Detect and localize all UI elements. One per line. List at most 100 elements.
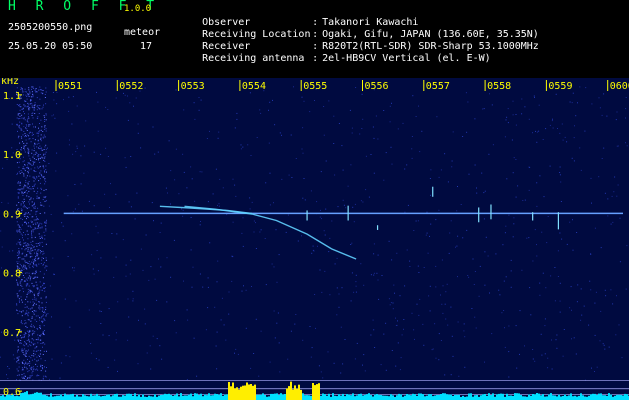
noise-speck [572, 249, 574, 251]
noise-speck [218, 203, 220, 205]
noise-speck [549, 165, 551, 167]
noise-speck [26, 340, 28, 341]
noise-speck [198, 97, 200, 98]
noise-speck [467, 275, 469, 276]
noise-speck [402, 122, 404, 124]
noise-speck [614, 176, 616, 178]
noise-speck [447, 181, 449, 183]
noise-speck [31, 149, 33, 151]
noise-speck [69, 356, 71, 358]
noise-speck [43, 115, 45, 117]
spectrum-bin [122, 395, 124, 400]
noise-speck [28, 365, 30, 367]
noise-speck [40, 170, 42, 172]
noise-speck [32, 265, 33, 267]
noise-speck [24, 354, 26, 356]
spectrum-bin [566, 396, 568, 400]
noise-speck [75, 151, 77, 153]
noise-speck [373, 329, 375, 331]
spectrum-bin [588, 395, 590, 400]
noise-speck [603, 93, 605, 95]
noise-speck [159, 232, 161, 233]
spectrum-bin [448, 394, 450, 400]
spectrum-bin [514, 393, 516, 400]
noise-speck [28, 265, 30, 267]
noise-speck [18, 339, 20, 341]
noise-speck [44, 234, 46, 236]
noise-speck [435, 265, 437, 267]
noise-speck [151, 202, 153, 204]
spectrum-bin [590, 394, 592, 400]
noise-speck [17, 360, 19, 361]
noise-speck [35, 363, 37, 365]
noise-speck [129, 273, 131, 275]
noise-speck [30, 325, 32, 327]
spectrum-bin [56, 395, 58, 400]
noise-speck [319, 216, 321, 218]
noise-speck [458, 375, 460, 377]
noise-speck [39, 281, 41, 283]
noise-speck [616, 111, 618, 113]
noise-speck [268, 142, 270, 144]
noise-speck [18, 126, 20, 128]
noise-speck [16, 303, 18, 305]
spectrum-bin [130, 393, 132, 400]
noise-speck [26, 134, 28, 136]
noise-speck [22, 108, 24, 110]
spectrum-bin [370, 394, 372, 400]
noise-speck [40, 140, 42, 142]
noise-speck [243, 285, 244, 287]
noise-speck [40, 134, 42, 136]
noise-speck [25, 212, 27, 214]
noise-speck [42, 318, 44, 320]
noise-speck [46, 219, 47, 221]
noise-speck [16, 357, 18, 359]
spectrum-bin [190, 393, 192, 400]
noise-speck [540, 333, 542, 335]
spectrum-bin [136, 396, 138, 400]
noise-speck [36, 321, 38, 322]
noise-speck [460, 204, 462, 205]
noise-speck [47, 313, 49, 315]
spectrum-bin [310, 395, 312, 400]
noise-speck [30, 253, 32, 255]
noise-speck [28, 104, 30, 106]
noise-speck [397, 128, 399, 130]
noise-speck [33, 355, 35, 357]
noise-speck [34, 319, 36, 321]
noise-speck [395, 365, 397, 367]
spectrum-bin [198, 395, 200, 400]
noise-speck [23, 353, 25, 355]
noise-speck [22, 288, 24, 290]
noise-speck [429, 310, 431, 312]
noise-speck [557, 276, 559, 277]
noise-speck [253, 231, 255, 233]
noise-speck [33, 161, 35, 163]
noise-speck [25, 135, 27, 137]
noise-speck [342, 169, 344, 171]
noise-speck [603, 344, 605, 346]
noise-speck [512, 114, 514, 116]
noise-speck [29, 213, 31, 215]
noise-speck [569, 221, 571, 223]
noise-speck [29, 185, 31, 187]
noise-speck [26, 245, 28, 247]
spectrum-bin [106, 394, 108, 400]
noise-speck [45, 130, 47, 132]
noise-speck [72, 211, 74, 213]
noise-speck [181, 208, 183, 210]
noise-speck [24, 320, 26, 321]
noise-speck [547, 357, 549, 359]
noise-speck [23, 142, 25, 144]
noise-speck [555, 93, 557, 95]
noise-speck [21, 137, 23, 139]
noise-speck [18, 298, 20, 300]
noise-speck [432, 348, 434, 350]
spectrum-bin [356, 395, 358, 400]
noise-speck [334, 263, 336, 265]
noise-speck [38, 180, 40, 182]
noise-speck [429, 178, 431, 179]
noise-speck [26, 185, 28, 187]
noise-speck [31, 134, 33, 136]
noise-speck [16, 221, 18, 223]
